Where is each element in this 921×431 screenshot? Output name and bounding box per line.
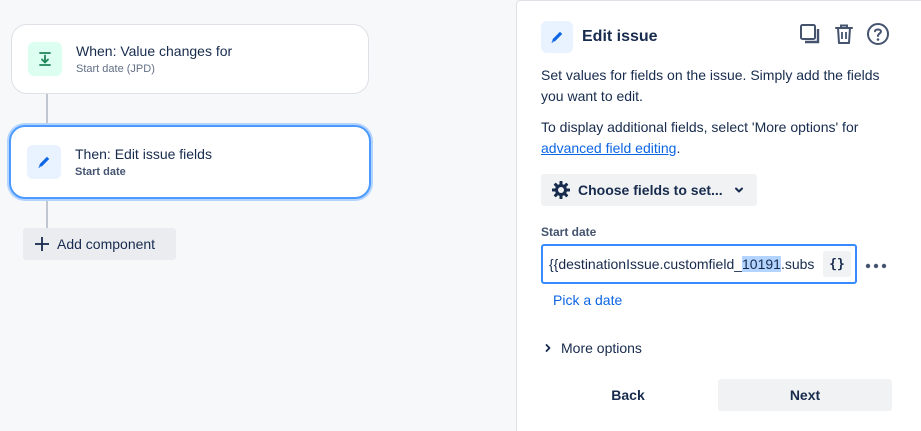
trigger-card[interactable]: When: Value changes for Start date (JPD) <box>11 24 369 94</box>
add-component-label: Add component <box>57 236 156 252</box>
arrow-down-to-line-icon <box>28 42 62 76</box>
more-options-label: More options <box>561 340 642 356</box>
value-suffix: .subs <box>780 256 815 272</box>
selected-text: 10191 <box>742 256 781 272</box>
trigger-subtitle: Start date (JPD) <box>76 62 155 75</box>
delete-button[interactable] <box>831 23 857 49</box>
trigger-title: When: Value changes for <box>76 42 233 59</box>
pencil-icon <box>541 21 573 53</box>
pencil-icon <box>27 145 61 179</box>
note-suffix: . <box>676 140 681 156</box>
duplicate-button[interactable] <box>797 23 823 49</box>
start-date-label: Start date <box>541 225 597 239</box>
note-text: To display additional fields, select 'Mo… <box>541 119 859 135</box>
choose-fields-button[interactable]: Choose fields to set... <box>541 174 757 206</box>
edit-issue-panel: Edit issue Set values for fields on the … <box>516 0 921 431</box>
panel-header: Edit issue <box>541 20 897 54</box>
advanced-editing-note: To display additional fields, select 'Mo… <box>541 117 881 159</box>
help-button[interactable] <box>865 22 891 51</box>
question-circle-icon <box>866 22 890 51</box>
chevron-down-icon <box>733 184 745 196</box>
smart-value-button[interactable]: {} <box>823 251 851 277</box>
more-options-toggle[interactable]: More options <box>543 340 642 356</box>
trash-icon <box>833 23 855 50</box>
start-date-input[interactable]: {{destinationIssue.customfield_10191.sub… <box>541 244 857 284</box>
advanced-field-editing-link[interactable]: advanced field editing <box>541 140 676 156</box>
panel-description: Set values for fields on the issue. Simp… <box>541 67 880 104</box>
action-subtitle: Start date <box>75 165 126 178</box>
rule-flow: When: Value changes for Start date (JPD)… <box>0 0 516 431</box>
plus-icon <box>34 236 50 252</box>
choose-fields-label: Choose fields to set... <box>578 182 723 198</box>
field-more-actions-button[interactable] <box>863 255 889 275</box>
start-date-value: {{destinationIssue.customfield_10191.sub… <box>543 256 817 272</box>
more-horizontal-icon <box>865 256 887 274</box>
gear-icon <box>551 180 571 200</box>
value-prefix: {{destinationIssue.customfield_ <box>549 256 743 272</box>
add-component-button[interactable]: Add component <box>23 228 176 260</box>
action-card[interactable]: Then: Edit issue fields Start date <box>9 125 371 199</box>
chevron-right-icon <box>543 343 553 353</box>
panel-title: Edit issue <box>582 28 658 45</box>
flow-connector <box>46 198 48 228</box>
pick-a-date-link[interactable]: Pick a date <box>553 292 622 308</box>
back-button[interactable]: Back <box>541 379 715 411</box>
flow-connector <box>46 93 48 126</box>
copy-icon <box>799 23 821 50</box>
next-button[interactable]: Next <box>718 379 892 411</box>
action-title: Then: Edit issue fields <box>75 145 212 162</box>
